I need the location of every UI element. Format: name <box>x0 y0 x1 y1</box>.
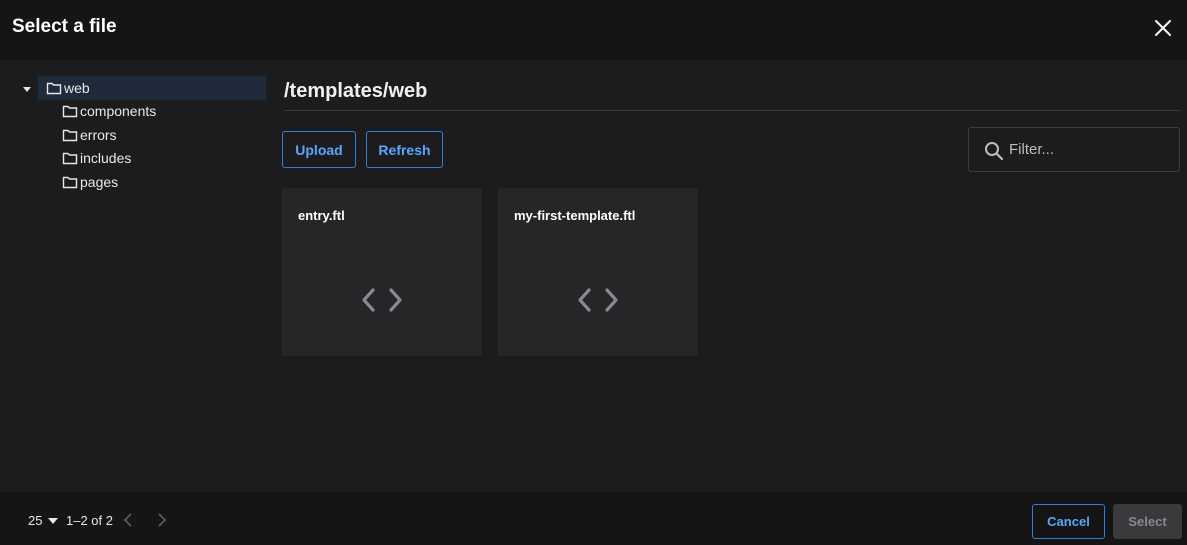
file-card[interactable]: my-first-template.ftl <box>498 188 698 356</box>
close-icon[interactable] <box>1151 16 1175 40</box>
tree-node-label: includes <box>80 150 132 166</box>
caret-down-icon <box>48 517 59 524</box>
code-icon <box>578 288 618 312</box>
pagination-range: 1–2 of 2 <box>66 513 113 528</box>
tree-node-components[interactable]: components <box>62 100 156 122</box>
rows-per-page-select[interactable]: 25 <box>28 513 59 528</box>
folder-icon <box>62 129 78 142</box>
tree-node-label: web <box>64 80 90 96</box>
cancel-button[interactable]: Cancel <box>1032 504 1105 539</box>
file-name: entry.ftl <box>298 208 345 223</box>
current-path: /templates/web <box>284 80 428 102</box>
folder-icon <box>62 152 78 165</box>
file-card[interactable]: entry.ftl <box>282 188 482 356</box>
filter-input[interactable] <box>1009 128 1174 171</box>
folder-icon <box>62 176 78 189</box>
upload-button[interactable]: Upload <box>282 131 356 168</box>
tree-node-label: pages <box>80 174 119 190</box>
dialog-title: Select a file <box>12 16 117 37</box>
refresh-button[interactable]: Refresh <box>366 131 443 168</box>
folder-icon <box>46 82 62 95</box>
chevron-right-icon[interactable] <box>156 512 168 528</box>
chevron-left-icon[interactable] <box>122 512 134 528</box>
select-button[interactable]: Select <box>1113 504 1182 539</box>
tree-node-includes[interactable]: includes <box>62 147 131 169</box>
divider <box>284 110 1181 111</box>
file-name: my-first-template.ftl <box>514 208 636 223</box>
dialog-footer: 25 1–2 of 2 <box>0 492 1187 545</box>
code-icon <box>362 288 402 312</box>
filter-field[interactable] <box>968 127 1180 172</box>
rows-per-page-value: 25 <box>28 513 43 528</box>
tree-node-web[interactable]: web <box>46 77 90 99</box>
tree-node-label: components <box>80 103 157 119</box>
tree-node-pages[interactable]: pages <box>62 171 118 193</box>
tree-node-errors[interactable]: errors <box>62 124 117 146</box>
folder-icon <box>62 105 78 118</box>
dialog-header: Select a file <box>0 0 1187 60</box>
caret-down-icon[interactable] <box>20 82 34 94</box>
search-icon <box>985 142 1004 161</box>
file-picker-dialog: Select a file web components errors incl… <box>0 0 1187 545</box>
tree-node-label: errors <box>80 127 117 143</box>
